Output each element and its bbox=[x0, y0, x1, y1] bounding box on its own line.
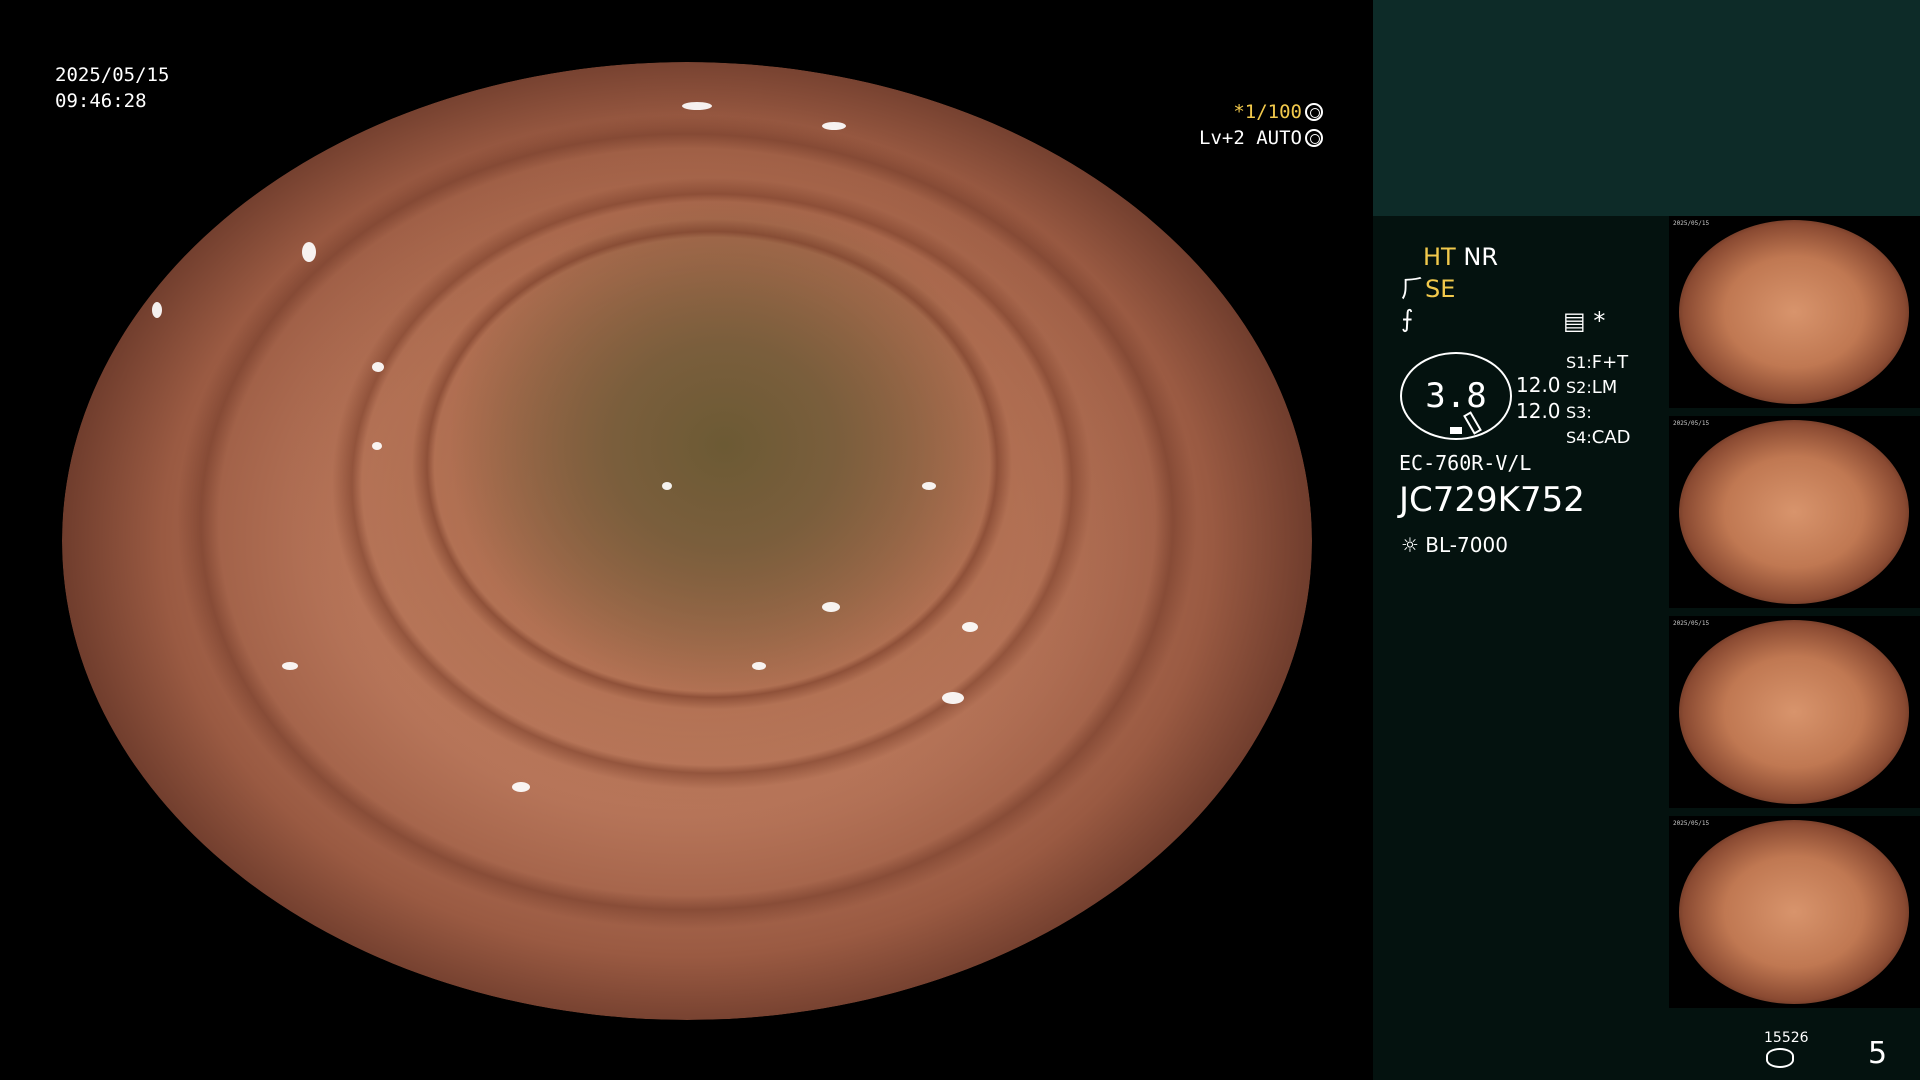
thumbnail[interactable]: 2025/05/15 bbox=[1669, 216, 1920, 408]
switch-key: S2: bbox=[1566, 378, 1592, 397]
panel-header-block bbox=[1373, 0, 1920, 216]
glint bbox=[962, 622, 978, 632]
side-value-2: 12.0 bbox=[1516, 399, 1561, 423]
thumbnail-image bbox=[1679, 420, 1909, 604]
settings-info: HT NR ⺁SE ⨍ ▤ * 3.8 12.0 12.0 S1:F+T S2:… bbox=[1373, 216, 1673, 1080]
endoscope-main-view: 2025/05/15 09:46:28 *1/100 Lv+2 AUTO bbox=[0, 0, 1373, 1080]
scope-model: EC-760R-V/L bbox=[1399, 451, 1532, 475]
color-enhance-icon: ⨍ bbox=[1401, 305, 1414, 333]
thumbnail[interactable]: 2025/05/15 bbox=[1669, 616, 1920, 808]
auto-iris-icon bbox=[1305, 129, 1323, 147]
switch-key: S3: bbox=[1566, 403, 1592, 422]
switch-value: CAD bbox=[1591, 427, 1631, 448]
date-text: 2025/05/15 bbox=[55, 64, 170, 86]
time-text: 09:46:28 bbox=[55, 90, 147, 112]
glint bbox=[682, 102, 712, 110]
nr-label: NR bbox=[1463, 243, 1498, 271]
glint bbox=[282, 662, 298, 670]
glint bbox=[512, 782, 530, 792]
glint bbox=[922, 482, 936, 490]
exposure-overlay: *1/100 Lv+2 AUTO bbox=[1199, 99, 1323, 151]
glint bbox=[822, 602, 840, 612]
light-source-icon: ☼ bbox=[1401, 533, 1419, 557]
datetime-overlay: 2025/05/15 09:46:28 bbox=[55, 62, 169, 114]
glint bbox=[372, 442, 382, 450]
switch-value: LM bbox=[1591, 377, 1618, 398]
shutter-text: *1/100 bbox=[1233, 101, 1302, 123]
thumbnail-image bbox=[1679, 620, 1909, 804]
glint bbox=[302, 242, 316, 262]
record-icon: ▤ bbox=[1563, 307, 1586, 335]
aperture-icon bbox=[1305, 103, 1323, 121]
page-number: 5 bbox=[1868, 1036, 1888, 1071]
side-value-1: 12.0 bbox=[1516, 373, 1561, 397]
thumbnail-caption: 2025/05/15 bbox=[1673, 220, 1710, 227]
thumbnail[interactable]: 2025/05/15 bbox=[1669, 416, 1920, 608]
asterisk-marker: * bbox=[1593, 307, 1606, 335]
insertion-gauge: 3.8 bbox=[1400, 352, 1512, 440]
thumbnail-caption: 2025/05/15 bbox=[1673, 420, 1710, 427]
scope-serial: JC729K752 bbox=[1399, 480, 1585, 520]
colon-lumen-image bbox=[62, 62, 1312, 1020]
storage-icon bbox=[1766, 1048, 1794, 1068]
glint bbox=[752, 662, 766, 670]
level-text: Lv+2 AUTO bbox=[1199, 127, 1302, 149]
thumbnail-caption: 2025/05/15 bbox=[1673, 620, 1710, 627]
glint bbox=[822, 122, 846, 130]
image-count: 15526 bbox=[1764, 1030, 1809, 1046]
glint bbox=[662, 482, 672, 490]
switch-key: S1: bbox=[1566, 353, 1592, 372]
glint bbox=[942, 692, 964, 704]
thumbnail-caption: 2025/05/15 bbox=[1673, 820, 1710, 827]
switch-key: S4: bbox=[1566, 428, 1592, 447]
thumbnail-image bbox=[1679, 820, 1909, 1004]
structure-enhance-icon: ⺁ bbox=[1401, 275, 1425, 303]
se-label: SE bbox=[1425, 275, 1456, 303]
light-source-model: BL-7000 bbox=[1425, 533, 1508, 557]
glint bbox=[372, 362, 384, 372]
thumbnail-image bbox=[1679, 220, 1909, 404]
gauge-value: 3.8 bbox=[1425, 376, 1487, 416]
thumbnail-strip: 2025/05/15 2025/05/15 2025/05/15 2025/05… bbox=[1669, 216, 1920, 1016]
gauge-marker bbox=[1450, 427, 1462, 434]
switch-value: F+T bbox=[1591, 352, 1629, 373]
thumbnail[interactable]: 2025/05/15 bbox=[1669, 816, 1920, 1008]
ht-label: HT bbox=[1423, 243, 1456, 271]
glint bbox=[152, 302, 162, 318]
